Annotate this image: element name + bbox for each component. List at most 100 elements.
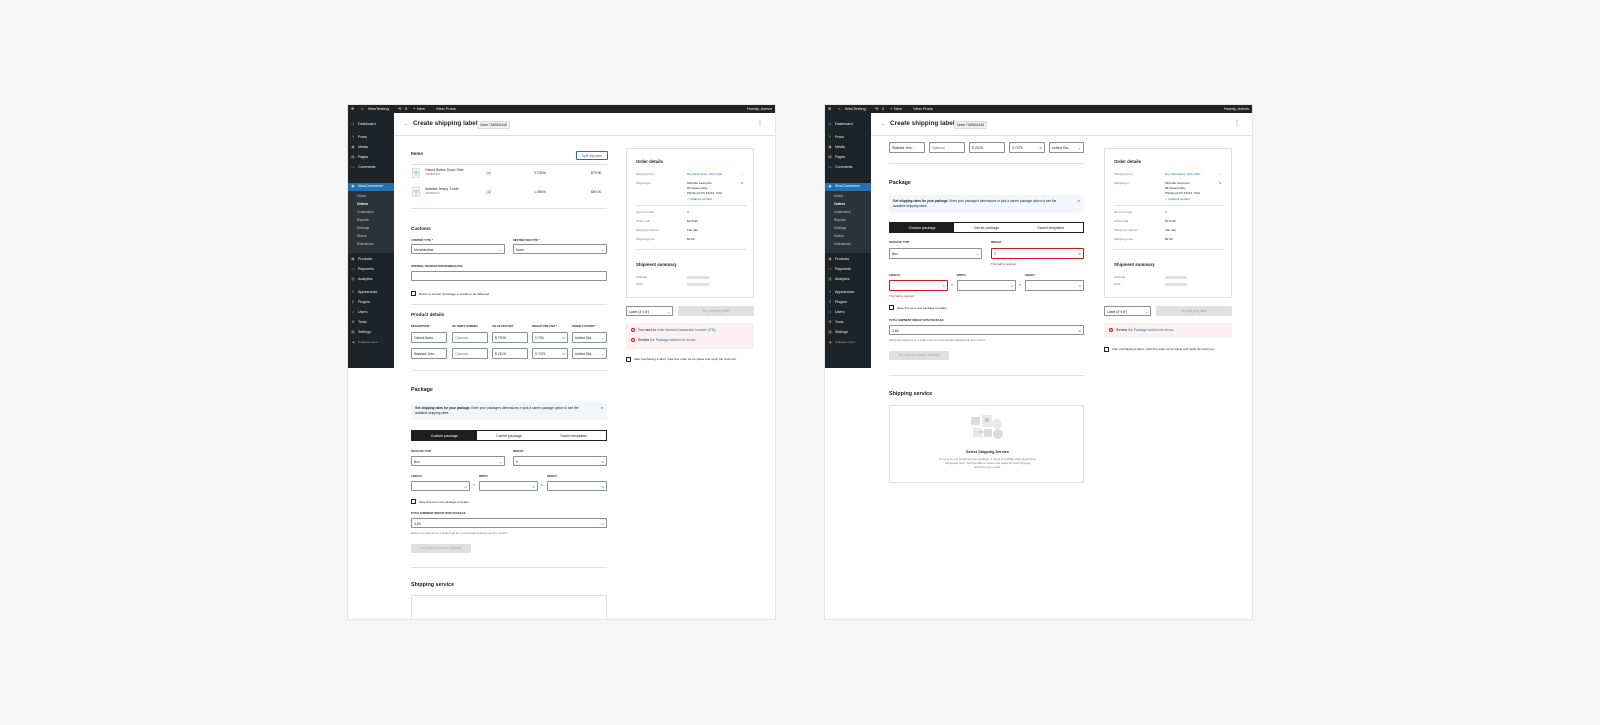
total-weight-input[interactable]: 3.60 lb: [889, 325, 1084, 335]
package-weight-input[interactable]: 0 lb: [513, 456, 607, 466]
width-input[interactable]: in: [479, 481, 538, 491]
return-to-sender-checkbox[interactable]: [411, 291, 416, 296]
menu-payments[interactable]: ▭ Payments: [828, 267, 851, 271]
tab-carrier-package[interactable]: Carrier package: [954, 223, 1018, 232]
weight-input[interactable]: 0.7475 lb: [532, 348, 568, 359]
hs-tariff-input[interactable]: Optional: [929, 142, 965, 153]
tab-custom-package[interactable]: Custom package: [890, 223, 955, 232]
split-shipment-button[interactable]: Split shipment: [576, 151, 608, 160]
comments-count[interactable]: 0: [882, 105, 884, 113]
package-type-select[interactable]: Box ⌄: [889, 248, 982, 259]
menu-dashboard[interactable]: ◷ Dashboard: [351, 122, 375, 126]
menu-products[interactable]: ▦ Products: [828, 257, 849, 261]
collapse-menu[interactable]: ◀ Collapse menu: [351, 340, 378, 344]
wp-logo-icon[interactable]: ⊕: [828, 105, 831, 113]
get-rates-button[interactable]: Get rates for custom package: [889, 351, 949, 360]
package-weight-input[interactable]: 0 lb: [991, 248, 1084, 259]
menu-users[interactable]: ☺ Users: [828, 310, 844, 314]
tab-saved-templates[interactable]: Saved templates: [541, 431, 606, 440]
submenu-settings[interactable]: Settings: [357, 226, 369, 230]
close-icon[interactable]: ×: [1078, 198, 1080, 203]
menu-appearance[interactable]: ✐ Appearance: [351, 290, 377, 294]
menu-media[interactable]: ▣ Media: [351, 145, 368, 149]
view-posts-link[interactable]: View Posts: [436, 105, 456, 113]
description-input[interactable]: Washed Jers...: [889, 142, 925, 153]
submenu-reports[interactable]: Reports: [834, 218, 846, 222]
menu-comments[interactable]: ▭ Comments: [828, 165, 852, 169]
mark-complete-checkbox[interactable]: [1104, 347, 1109, 352]
length-input[interactable]: in: [889, 280, 948, 291]
description-input[interactable]: Oxford Butto...: [411, 332, 447, 343]
menu-woocommerce[interactable]: ◉ WooCommerce: [351, 184, 382, 188]
menu-posts[interactable]: ✎ Posts: [351, 135, 367, 139]
wp-logo-icon[interactable]: ⊕: [351, 105, 354, 113]
origin-country-select[interactable]: United Sta... ⌄: [572, 332, 607, 343]
edit-pencil-icon[interactable]: ✎: [1219, 181, 1222, 185]
package-type-select[interactable]: Box ⌄: [411, 456, 505, 466]
description-input[interactable]: Washed Jers...: [411, 348, 447, 359]
weight-input[interactable]: 0.739 lb: [532, 332, 568, 343]
origin-country-select[interactable]: United Sta... ⌄: [572, 348, 607, 359]
value-input[interactable]: $ 79.90: [492, 332, 528, 343]
label-size-select[interactable]: Label (4"x 6") ⌄: [626, 306, 673, 316]
itn-input[interactable]: [411, 271, 607, 281]
edit-pencil-icon[interactable]: ✎: [741, 181, 744, 185]
package-error-link[interactable]: the Package section for errors.: [650, 338, 696, 342]
tab-saved-templates[interactable]: Saved templates: [1019, 223, 1083, 232]
menu-posts[interactable]: ✎ Posts: [828, 135, 844, 139]
menu-plugins[interactable]: ⚲ Plugins: [351, 300, 370, 304]
label-size-select[interactable]: Label (4"x 6") ⌄: [1104, 306, 1151, 316]
tab-custom-package[interactable]: Custom package: [412, 431, 477, 440]
new-link[interactable]: New: [894, 105, 902, 113]
buy-label-button[interactable]: Buy shipping label: [1156, 306, 1232, 316]
value-input[interactable]: $ 25.00: [492, 348, 528, 359]
howdy-link[interactable]: Howdy, Admin: [747, 105, 772, 113]
comments-icon[interactable]: ⟲: [398, 105, 401, 113]
menu-media[interactable]: ▣ Media: [828, 145, 845, 149]
howdy-link[interactable]: Howdy, Admin: [1224, 105, 1249, 113]
menu-dashboard[interactable]: ◷ Dashboard: [828, 122, 852, 126]
height-input[interactable]: in: [547, 481, 607, 491]
view-posts-link[interactable]: View Posts: [913, 105, 933, 113]
ship-from-value[interactable]: Roy McAndrew, 120 Collin...: [1165, 172, 1203, 176]
menu-payments[interactable]: ▭ Payments: [351, 267, 374, 271]
height-input[interactable]: in: [1025, 280, 1084, 291]
collapse-menu[interactable]: ◀ Collapse menu: [828, 340, 855, 344]
menu-comments[interactable]: ▭ Comments: [351, 165, 375, 169]
value-input[interactable]: $ 25.00: [969, 142, 1005, 153]
more-menu-icon[interactable]: ⋮: [1234, 120, 1240, 127]
submenu-extensions[interactable]: Extensions: [357, 242, 374, 246]
submenu-home[interactable]: Home: [834, 194, 843, 198]
total-weight-input[interactable]: 3.60 lb: [411, 518, 607, 528]
comments-count[interactable]: 0: [405, 105, 407, 113]
menu-analytics[interactable]: ▥ Analytics: [351, 277, 372, 281]
menu-pages[interactable]: ▤ Pages: [351, 155, 368, 159]
menu-tools[interactable]: ⚒ Tools: [351, 320, 366, 324]
width-input[interactable]: in: [957, 280, 1016, 291]
tab-carrier-package[interactable]: Carrier package: [477, 431, 542, 440]
back-arrow-icon[interactable]: ←: [881, 121, 886, 127]
new-link[interactable]: New: [417, 105, 425, 113]
save-template-checkbox[interactable]: [889, 305, 894, 310]
menu-products[interactable]: ▦ Products: [351, 257, 372, 261]
submenu-orders[interactable]: Orders: [834, 202, 845, 206]
chevron-down-icon[interactable]: ⌄: [741, 172, 744, 176]
comments-icon[interactable]: ⟲: [875, 105, 878, 113]
menu-users[interactable]: ☺ Users: [351, 310, 367, 314]
save-template-checkbox[interactable]: [411, 499, 416, 504]
close-icon[interactable]: ×: [601, 405, 603, 410]
submenu-customers[interactable]: Customers: [834, 210, 850, 214]
menu-appearance[interactable]: ✐ Appearance: [828, 290, 854, 294]
origin-country-select[interactable]: United Sta... ⌄: [1049, 142, 1084, 153]
itn-error-link[interactable]: enter internal transaction number (ITN).: [657, 328, 716, 332]
buy-label-button[interactable]: Buy shipping label: [678, 306, 754, 316]
package-error-link[interactable]: the Package section for errors.: [1128, 328, 1174, 332]
submenu-status[interactable]: Status: [357, 234, 367, 238]
submenu-reports[interactable]: Reports: [357, 218, 369, 222]
length-input[interactable]: in: [411, 481, 470, 491]
menu-tools[interactable]: ⚒ Tools: [828, 320, 843, 324]
mark-complete-checkbox[interactable]: [626, 357, 631, 362]
submenu-extensions[interactable]: Extensions: [834, 242, 851, 246]
chevron-down-icon[interactable]: ⌄: [1219, 172, 1222, 176]
menu-woocommerce[interactable]: ◉ WooCommerce: [828, 184, 859, 188]
